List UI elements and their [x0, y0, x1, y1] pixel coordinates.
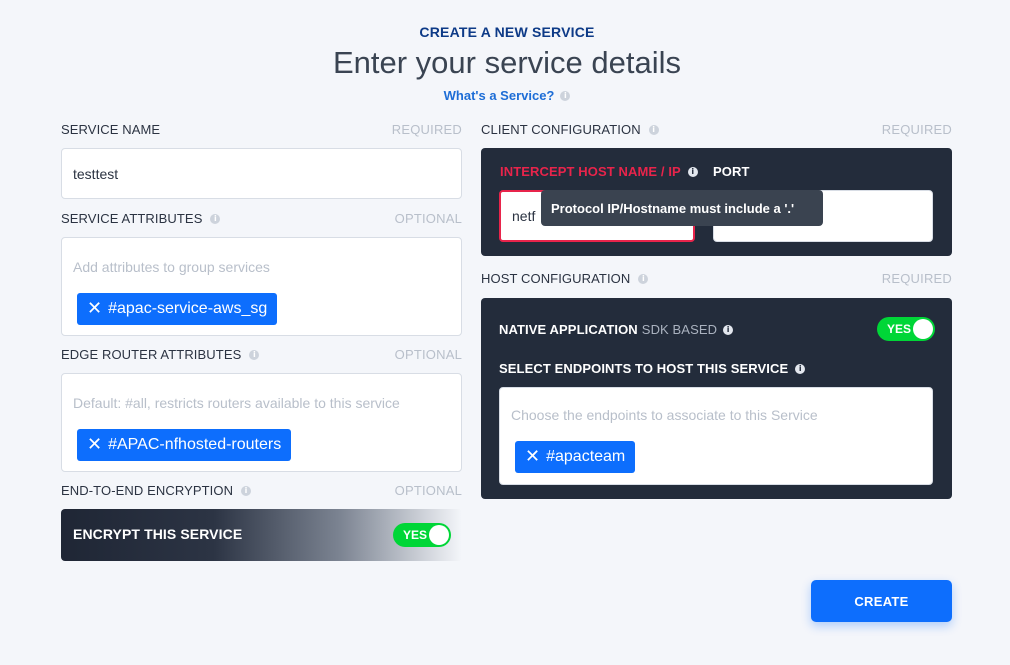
- client-configuration-label-text: CLIENT CONFIGURATION: [481, 122, 641, 137]
- endpoints-placeholder: Choose the endpoints to associate to thi…: [511, 407, 818, 423]
- service-name-label: SERVICE NAME: [61, 122, 160, 137]
- service-attributes-hint: OPTIONAL: [394, 211, 462, 226]
- endpoint-chip: ✕ #apacteam: [515, 441, 636, 473]
- endpoints-input[interactable]: Choose the endpoints to associate to thi…: [499, 387, 933, 485]
- attribute-chip: ✕ #apac-service-aws_sg: [77, 293, 278, 325]
- endpoint-chip-label: #apacteam: [546, 448, 626, 465]
- close-icon[interactable]: ✕: [87, 300, 102, 318]
- edge-router-chip-label: #APAC-nfhosted-routers: [108, 436, 282, 453]
- info-icon: i: [795, 363, 806, 374]
- toggle-knob: [429, 525, 449, 545]
- attribute-chip-label: #apac-service-aws_sg: [108, 300, 268, 317]
- edge-router-attributes-input[interactable]: Default: #all, restricts routers availab…: [61, 373, 462, 472]
- edge-router-attributes-hint: OPTIONAL: [394, 347, 462, 362]
- encryption-label-text: END-TO-END ENCRYPTION: [61, 483, 234, 498]
- info-icon: i: [249, 349, 260, 360]
- info-icon: i: [723, 324, 734, 335]
- encrypt-service-bar: ENCRYPT THIS SERVICE YES: [61, 509, 462, 561]
- toggle-knob: [913, 319, 933, 339]
- select-endpoints-label: SELECT ENDPOINTS TO HOST THIS SERVICE i: [499, 361, 806, 376]
- intercept-host-label: INTERCEPT HOST NAME / IP i: [500, 164, 698, 179]
- client-configuration-label: CLIENT CONFIGURATION i: [481, 122, 659, 137]
- sdk-based-label: SDK BASED: [641, 322, 718, 337]
- service-attributes-input[interactable]: Add attributes to group services ✕ #apac…: [61, 237, 462, 336]
- info-icon: i: [648, 124, 659, 135]
- port-label: PORT: [713, 164, 750, 179]
- intercept-host-value: netf: [512, 208, 536, 224]
- edge-router-attributes-label-text: EDGE ROUTER ATTRIBUTES: [61, 347, 242, 362]
- client-configuration-hint: REQUIRED: [881, 122, 952, 137]
- encryption-toggle[interactable]: YES: [393, 523, 451, 547]
- service-name-input[interactable]: testtest: [61, 148, 462, 199]
- info-icon: i: [210, 213, 221, 224]
- create-button[interactable]: CREATE: [811, 580, 952, 622]
- host-configuration-hint: REQUIRED: [881, 271, 952, 286]
- native-application-label-text: NATIVE APPLICATION: [499, 322, 638, 337]
- host-configuration-panel: NATIVE APPLICATION SDK BASED i YES SELEC…: [481, 298, 952, 499]
- whats-a-service-link[interactable]: What's a Service? i: [444, 88, 571, 103]
- service-name-hint: REQUIRED: [391, 122, 462, 137]
- page-eyebrow: CREATE A NEW SERVICE: [419, 24, 595, 40]
- host-configuration-label-text: HOST CONFIGURATION: [481, 271, 631, 286]
- whats-a-service-label: What's a Service?: [443, 88, 555, 103]
- native-toggle-label: YES: [887, 322, 912, 336]
- validation-tooltip: Protocol IP/Hostname must include a '.': [541, 190, 823, 226]
- port-label-text: PORT: [713, 164, 750, 179]
- edge-router-chip: ✕ #APAC-nfhosted-routers: [77, 429, 292, 461]
- edge-router-attributes-label: EDGE ROUTER ATTRIBUTES i: [61, 347, 260, 362]
- service-attributes-label-text: SERVICE ATTRIBUTES: [61, 211, 203, 226]
- page-title: Enter your service details: [332, 45, 682, 80]
- info-icon: i: [241, 485, 252, 496]
- info-icon: i: [638, 273, 649, 284]
- encrypt-service-text: ENCRYPT THIS SERVICE: [73, 526, 243, 542]
- close-icon[interactable]: ✕: [525, 448, 540, 466]
- service-name-label-text: SERVICE NAME: [61, 122, 161, 137]
- service-attributes-label: SERVICE ATTRIBUTES i: [61, 211, 221, 226]
- edge-router-attributes-placeholder: Default: #all, restricts routers availab…: [73, 395, 400, 411]
- info-icon: i: [560, 90, 571, 101]
- select-endpoints-label-text: SELECT ENDPOINTS TO HOST THIS SERVICE: [499, 361, 789, 376]
- encryption-toggle-label: YES: [403, 528, 428, 542]
- info-icon: i: [687, 166, 698, 177]
- encryption-hint: OPTIONAL: [394, 483, 462, 498]
- host-configuration-label: HOST CONFIGURATION i: [481, 271, 649, 286]
- service-attributes-placeholder: Add attributes to group services: [73, 259, 270, 275]
- page-header: CREATE A NEW SERVICE Enter your service …: [0, 24, 1010, 105]
- service-name-value: testtest: [73, 166, 119, 182]
- close-icon[interactable]: ✕: [87, 436, 102, 454]
- intercept-host-label-text: INTERCEPT HOST NAME / IP: [500, 164, 681, 179]
- native-application-label: NATIVE APPLICATION SDK BASED i: [499, 322, 734, 337]
- encryption-label: END-TO-END ENCRYPTION i: [61, 483, 252, 498]
- native-application-toggle[interactable]: YES: [877, 317, 935, 341]
